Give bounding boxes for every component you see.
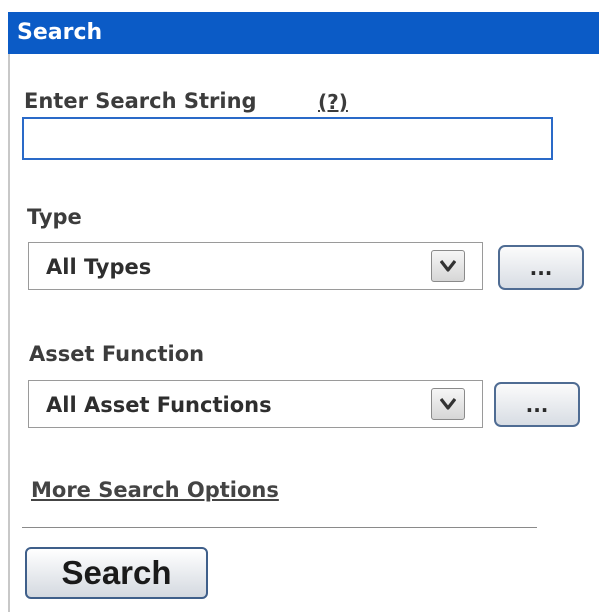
type-browse-button[interactable]: ...	[498, 245, 584, 290]
asset-function-browse-button[interactable]: ...	[494, 382, 580, 427]
divider	[22, 527, 537, 528]
search-string-input[interactable]	[22, 117, 553, 160]
chevron-down-icon[interactable]	[431, 250, 465, 282]
more-search-options-link[interactable]: More Search Options	[31, 478, 279, 502]
search-button[interactable]: Search	[25, 547, 208, 599]
type-label: Type	[27, 205, 82, 229]
asset-function-label: Asset Function	[29, 342, 205, 366]
type-select[interactable]: All Types	[28, 242, 483, 290]
search-panel: Search Enter Search String (?) Type All …	[0, 0, 599, 612]
panel-title: Search	[8, 12, 599, 54]
search-string-label: Enter Search String	[24, 89, 257, 113]
help-link[interactable]: (?)	[318, 90, 348, 114]
type-selected-value: All Types	[46, 255, 152, 279]
panel-border	[8, 54, 10, 612]
asset-function-select[interactable]: All Asset Functions	[28, 380, 483, 428]
asset-function-selected-value: All Asset Functions	[46, 393, 272, 417]
chevron-down-icon[interactable]	[431, 388, 465, 420]
